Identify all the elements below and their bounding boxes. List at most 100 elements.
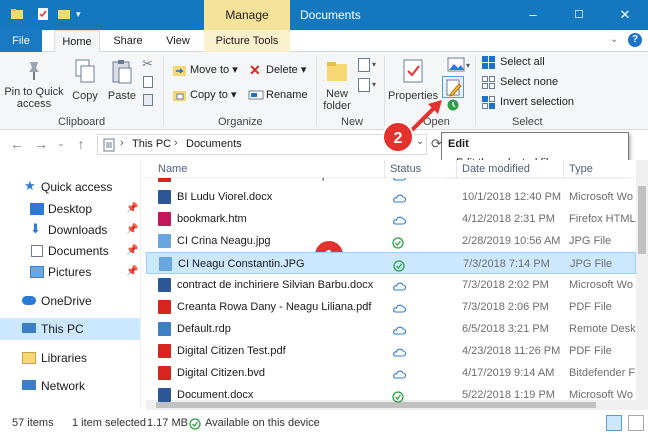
- nav-label: This PC: [41, 322, 84, 336]
- back-arrow-icon[interactable]: ←: [8, 135, 26, 153]
- invert-selection-label: Invert selection: [500, 96, 574, 108]
- move-to-label: Move to: [190, 64, 230, 76]
- new-folder-label: New folder: [323, 88, 351, 112]
- open-icon[interactable]: ▾: [446, 56, 472, 76]
- network-icon: [22, 380, 36, 390]
- column-divider[interactable]: [563, 160, 564, 178]
- tab-share[interactable]: Share: [108, 30, 148, 52]
- paste-icon: [112, 60, 132, 84]
- file-row[interactable]: Document.docx 5/22/2018 1:19 PM Microsoft …: [146, 384, 636, 406]
- file-date: 11/26/2018 2:15 PM: [462, 406, 560, 410]
- separator: [316, 56, 317, 126]
- column-header-status[interactable]: Status: [390, 163, 421, 175]
- column-header-type[interactable]: Type: [569, 163, 593, 175]
- separator: [475, 56, 476, 126]
- ribbon: Pin to Quick access Copy Paste ✂ Clipboa…: [0, 52, 648, 130]
- file-row[interactable]: CI Crina Neagu.jpg 2/28/2019 10:56 AM JPG …: [146, 230, 636, 252]
- help-icon[interactable]: ?: [628, 33, 642, 47]
- nav-item-documents[interactable]: Documents 📌: [0, 240, 140, 262]
- new-item-dropdown-icon[interactable]: ▾: [372, 60, 376, 69]
- breadcrumb-this-pc[interactable]: This PC: [132, 138, 171, 150]
- file-name: CI Crina Neagu.jpg: [177, 235, 271, 247]
- easy-access-icon[interactable]: [358, 78, 370, 92]
- nav-item-pictures[interactable]: Pictures 📌: [0, 261, 140, 283]
- large-icons-view-icon[interactable]: [628, 415, 644, 431]
- file-row[interactable]: Digital Citizen.bvd 4/17/2019 9:14 AM Bitd…: [146, 362, 636, 384]
- available-check-icon: [393, 258, 406, 272]
- nav-item-onedrive[interactable]: OneDrive: [0, 290, 140, 312]
- cut-icon[interactable]: ✂: [142, 56, 153, 72]
- nav-item-libraries[interactable]: Libraries: [0, 347, 140, 369]
- file-row[interactable]: Default.rdp 6/5/2018 3:21 PM Remote Deskt: [146, 318, 636, 340]
- new-item-icon[interactable]: [358, 58, 370, 72]
- edit-icon[interactable]: [442, 76, 464, 98]
- nav-label: Pictures: [48, 265, 92, 279]
- column-divider[interactable]: [456, 160, 457, 178]
- copy-to-button[interactable]: Copy to ▾: [170, 85, 240, 105]
- scrollbar-thumb[interactable]: [638, 186, 646, 254]
- vertical-scrollbar[interactable]: [636, 160, 648, 410]
- file-row[interactable]: contract de inchiriere Silvian Barbu.doc…: [146, 274, 636, 296]
- new-folder-button[interactable]: New folder: [320, 56, 354, 112]
- rename-label: Rename: [266, 89, 308, 101]
- new-folder-icon: [327, 62, 347, 81]
- available-check-icon: [392, 235, 405, 249]
- breadcrumb-documents[interactable]: Documents: [186, 138, 242, 150]
- copy-button[interactable]: Copy: [68, 56, 102, 102]
- file-row[interactable]: Digital Citizen Test.pdf 4/23/2018 11:26 …: [146, 340, 636, 362]
- file-row[interactable]: CI Neagu Constantin.JPG 7/3/2018 7:14 PM J…: [146, 252, 636, 274]
- nav-label: Documents: [48, 244, 109, 258]
- move-to-button[interactable]: Move to ▾: [170, 60, 240, 80]
- paste-button[interactable]: Paste: [106, 56, 138, 102]
- column-header-date[interactable]: Date modified: [462, 163, 530, 175]
- file-date: 7/3/2018 7:14 PM: [463, 258, 550, 270]
- tab-picture-tools[interactable]: Picture Tools: [204, 30, 290, 52]
- new-folder-quick-icon[interactable]: [57, 6, 71, 22]
- select-all-button[interactable]: Select all: [480, 52, 580, 72]
- nav-item-desktop[interactable]: Desktop 📌: [0, 198, 140, 220]
- separator: [384, 56, 385, 126]
- tab-file[interactable]: File: [0, 30, 42, 52]
- nav-label: Downloads: [48, 223, 108, 237]
- file-name: Digital Citizen.bvd: [177, 367, 266, 379]
- details-view-icon[interactable]: [606, 415, 622, 431]
- minimize-button[interactable]: –: [510, 0, 556, 30]
- address-field[interactable]: › This PC › Documents ⌄: [97, 134, 427, 155]
- select-group-label: Select: [512, 116, 543, 128]
- nav-item-quick-access[interactable]: ★ Quick access: [0, 176, 140, 198]
- file-row[interactable]: Creanta Rowa Dany - Neagu Liliana.pdf 7/3…: [146, 296, 636, 318]
- file-type: Remote Deskt: [569, 323, 636, 335]
- breadcrumb-separator: ›: [174, 137, 178, 149]
- tab-view[interactable]: View: [158, 30, 198, 52]
- file-row[interactable]: DocumentTest.docx 11/26/2018 2:15 PM Micro…: [146, 406, 636, 410]
- nav-item-network[interactable]: Network: [0, 375, 140, 397]
- maximize-button[interactable]: ☐: [556, 0, 602, 30]
- invert-selection-button[interactable]: Invert selection: [480, 92, 580, 112]
- delete-button[interactable]: ✕ Delete ▾: [246, 60, 314, 80]
- rename-button[interactable]: Rename: [246, 85, 314, 105]
- documents-icon: [31, 245, 43, 257]
- nav-item-downloads[interactable]: ⬇ Downloads 📌: [0, 219, 140, 241]
- column-divider[interactable]: [384, 160, 385, 178]
- file-row[interactable]: bookmark.htm 4/12/2018 2:31 PM Firefox HTM…: [146, 208, 636, 230]
- paste-shortcut-icon[interactable]: [143, 94, 153, 106]
- select-none-button[interactable]: Select none: [480, 72, 580, 92]
- close-button[interactable]: ✕: [602, 0, 648, 30]
- pin-quick-access-button[interactable]: Pin to Quick access: [4, 56, 64, 110]
- tab-home[interactable]: Home: [54, 30, 100, 53]
- nav-item-this-pc[interactable]: This PC: [0, 318, 140, 340]
- column-header-name[interactable]: Name: [158, 163, 187, 175]
- properties-quick-icon[interactable]: [36, 6, 50, 22]
- expand-ribbon-icon[interactable]: ⌄: [610, 34, 618, 45]
- up-arrow-icon[interactable]: ↑: [72, 135, 90, 153]
- recent-locations-icon[interactable]: ⌄: [52, 135, 70, 153]
- nav-label: Desktop: [48, 202, 93, 216]
- file-row[interactable]: BI Ludu Viorel.docx 10/1/2018 12:40 PM Mic…: [146, 186, 636, 208]
- copy-path-icon[interactable]: [143, 76, 153, 88]
- file-list: Name Status Date modified Type Adeverint…: [146, 160, 636, 410]
- forward-arrow-icon[interactable]: →: [32, 135, 50, 153]
- manage-context-tab[interactable]: Manage: [204, 0, 290, 30]
- customize-quick-access-icon[interactable]: ▾: [76, 6, 90, 22]
- star-icon: ★: [24, 178, 36, 193]
- easy-access-dropdown-icon[interactable]: ▾: [372, 80, 376, 89]
